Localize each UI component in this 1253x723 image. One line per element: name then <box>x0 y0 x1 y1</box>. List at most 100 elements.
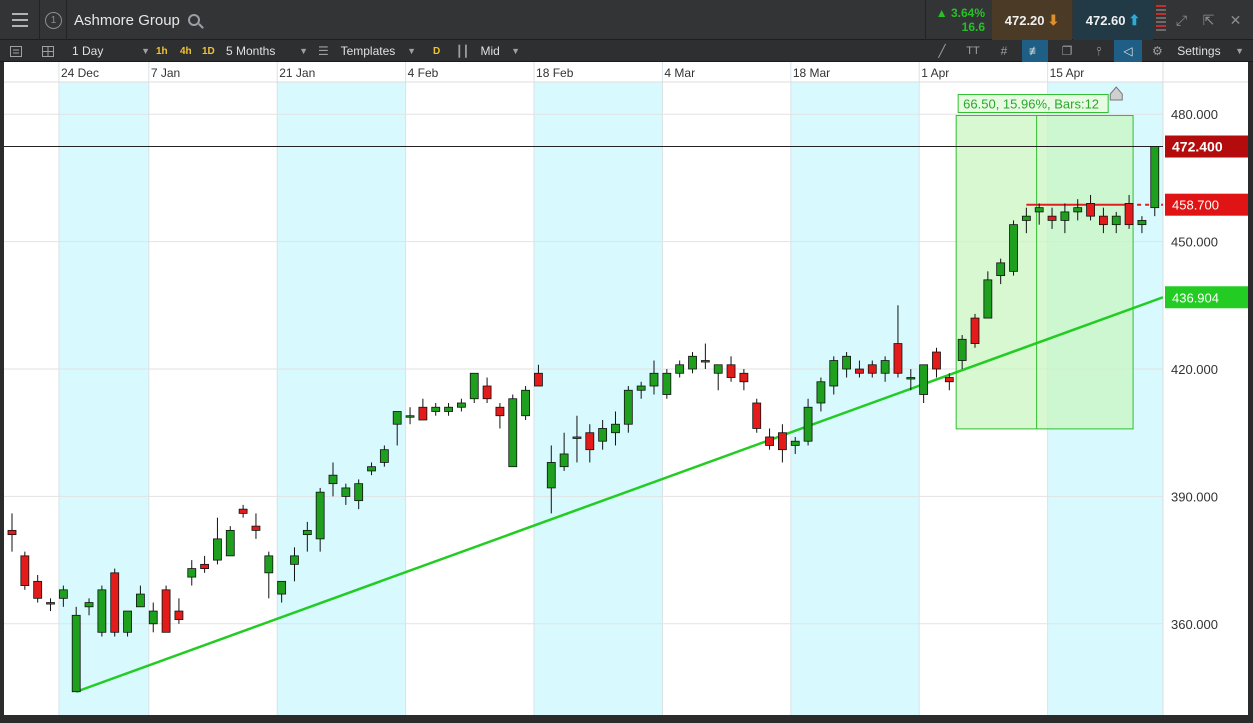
draw-line-icon[interactable]: ╱ <box>932 40 952 62</box>
timeframe-1h-button[interactable]: 1h <box>156 40 168 62</box>
chevron-down-icon: ▼ <box>1235 46 1244 56</box>
close-icon[interactable]: ✕ <box>1222 0 1249 40</box>
layers-icon[interactable]: ❐ <box>1056 40 1078 62</box>
candle-body <box>572 436 582 439</box>
candle[interactable] <box>110 568 120 637</box>
candle[interactable] <box>970 313 980 348</box>
candle-body <box>790 440 800 446</box>
popout-icon[interactable]: ⇱ <box>1195 0 1222 40</box>
candle-body <box>893 343 903 374</box>
timeframe-1d-button[interactable]: 1D <box>202 40 215 62</box>
candle-body <box>46 602 55 605</box>
fib-tool-icon[interactable]: ≢ <box>1022 40 1048 62</box>
candle-body <box>290 555 299 565</box>
list-icon[interactable] <box>10 40 30 62</box>
candle-body <box>315 491 325 540</box>
text-tool-icon[interactable]: TT <box>962 40 984 62</box>
buy-price: 472.60 <box>1085 12 1126 28</box>
weekend-band <box>534 82 663 715</box>
candle[interactable] <box>469 372 479 403</box>
candle[interactable] <box>1009 220 1018 276</box>
candle-body <box>598 428 608 442</box>
candle[interactable] <box>662 369 672 399</box>
trading-chart-window: { "header": { "instrument": "Ashmore Gro… <box>0 0 1253 723</box>
period-select[interactable]: 5 Months ▼ <box>226 40 308 62</box>
price-type-select[interactable]: ┃┃ Mid ▼ <box>456 40 520 62</box>
grid-tool-icon[interactable]: # <box>993 40 1015 62</box>
search-icon[interactable] <box>187 14 200 26</box>
weekend-band <box>790 82 920 715</box>
candle-body <box>765 436 774 446</box>
candle-body <box>880 360 890 374</box>
x-tick-label: 15 Apr <box>1050 66 1085 80</box>
candle-body <box>277 580 287 595</box>
timeframe-select[interactable]: 1 Day ▼ <box>72 40 150 62</box>
candle[interactable] <box>508 394 518 468</box>
expand-icon[interactable]: ⤢ <box>1168 0 1195 40</box>
layout-grid-icon[interactable] <box>42 40 62 62</box>
candle-body <box>20 555 30 586</box>
candle-body <box>1021 215 1031 221</box>
candle-body <box>623 389 633 425</box>
candle-body <box>354 483 364 502</box>
version-info-button[interactable]: 1 <box>41 0 66 40</box>
timeframe-4h-button[interactable]: 4h <box>180 40 192 62</box>
candle-body <box>534 372 543 387</box>
instrument-title[interactable]: Ashmore Group <box>66 0 924 40</box>
candle-body <box>829 360 839 387</box>
candle-body <box>251 525 261 531</box>
candle-body <box>752 402 762 429</box>
candle[interactable] <box>225 526 235 557</box>
depth-ladder-icon[interactable] <box>1156 5 1166 35</box>
candle-body <box>996 262 1006 277</box>
candle[interactable] <box>71 606 81 693</box>
chevron-down-icon: ▼ <box>299 46 308 56</box>
sell-price-button[interactable]: 472.20 ⬇ <box>992 0 1072 40</box>
buy-price-button[interactable]: 472.60 ⬆ <box>1073 0 1153 40</box>
current-price-tag: 472.400 <box>1172 139 1223 155</box>
x-tick-label: 21 Jan <box>279 66 315 80</box>
templates-select[interactable]: ☰ Templates ▼ <box>318 40 416 62</box>
candle-body <box>469 372 479 400</box>
settings-menu[interactable]: ⚙ Settings ▼ <box>1152 40 1244 62</box>
y-tick-label: 450.000 <box>1171 235 1218 250</box>
candle[interactable] <box>752 398 762 433</box>
candle-body <box>1047 215 1057 221</box>
candle-body <box>161 589 171 633</box>
price-type-value: Mid <box>480 44 500 58</box>
hamburger-menu-icon[interactable] <box>0 0 40 40</box>
templates-label: Templates <box>340 44 396 58</box>
candle-body <box>302 529 312 536</box>
candle-body <box>418 406 428 421</box>
level-price-tag: 458.700 <box>1172 198 1219 213</box>
price-change-box: ▲ 3.64% 16.6 <box>925 0 991 40</box>
version-number: 1 <box>45 11 62 29</box>
candle-body <box>739 372 749 383</box>
candle[interactable] <box>1150 146 1160 217</box>
candles-icon: ┃┃ <box>456 45 470 58</box>
candle-body <box>803 406 813 442</box>
candle[interactable] <box>161 585 171 633</box>
candle-body <box>174 610 184 620</box>
candle[interactable] <box>97 585 107 637</box>
price-chart[interactable]: 24 Dec 7 Jan 21 Jan 4 Feb 18 Feb 4 Mar 18 Mar 1… <box>0 62 1253 723</box>
candle[interactable] <box>20 551 30 590</box>
d-button[interactable]: D <box>433 40 440 62</box>
candle-body <box>508 398 518 468</box>
sell-price: 472.20 <box>1004 12 1045 28</box>
candle-body <box>1034 207 1044 213</box>
indicator-icon[interactable]: ⫯ <box>1088 40 1110 62</box>
measure-box[interactable] <box>955 115 1134 430</box>
change-points: 16.6 <box>961 20 985 34</box>
candle-body <box>944 377 954 383</box>
x-tick-label: 18 Feb <box>536 66 574 80</box>
candle-body <box>58 589 68 599</box>
candle-body <box>148 610 158 625</box>
candle-body <box>700 360 710 363</box>
candle[interactable] <box>521 386 530 420</box>
candle-body <box>328 474 338 485</box>
candle-body <box>726 364 736 378</box>
tag-tool-icon[interactable]: ◁ <box>1114 40 1142 62</box>
candle-body <box>71 614 81 693</box>
candle-body <box>1124 203 1134 226</box>
